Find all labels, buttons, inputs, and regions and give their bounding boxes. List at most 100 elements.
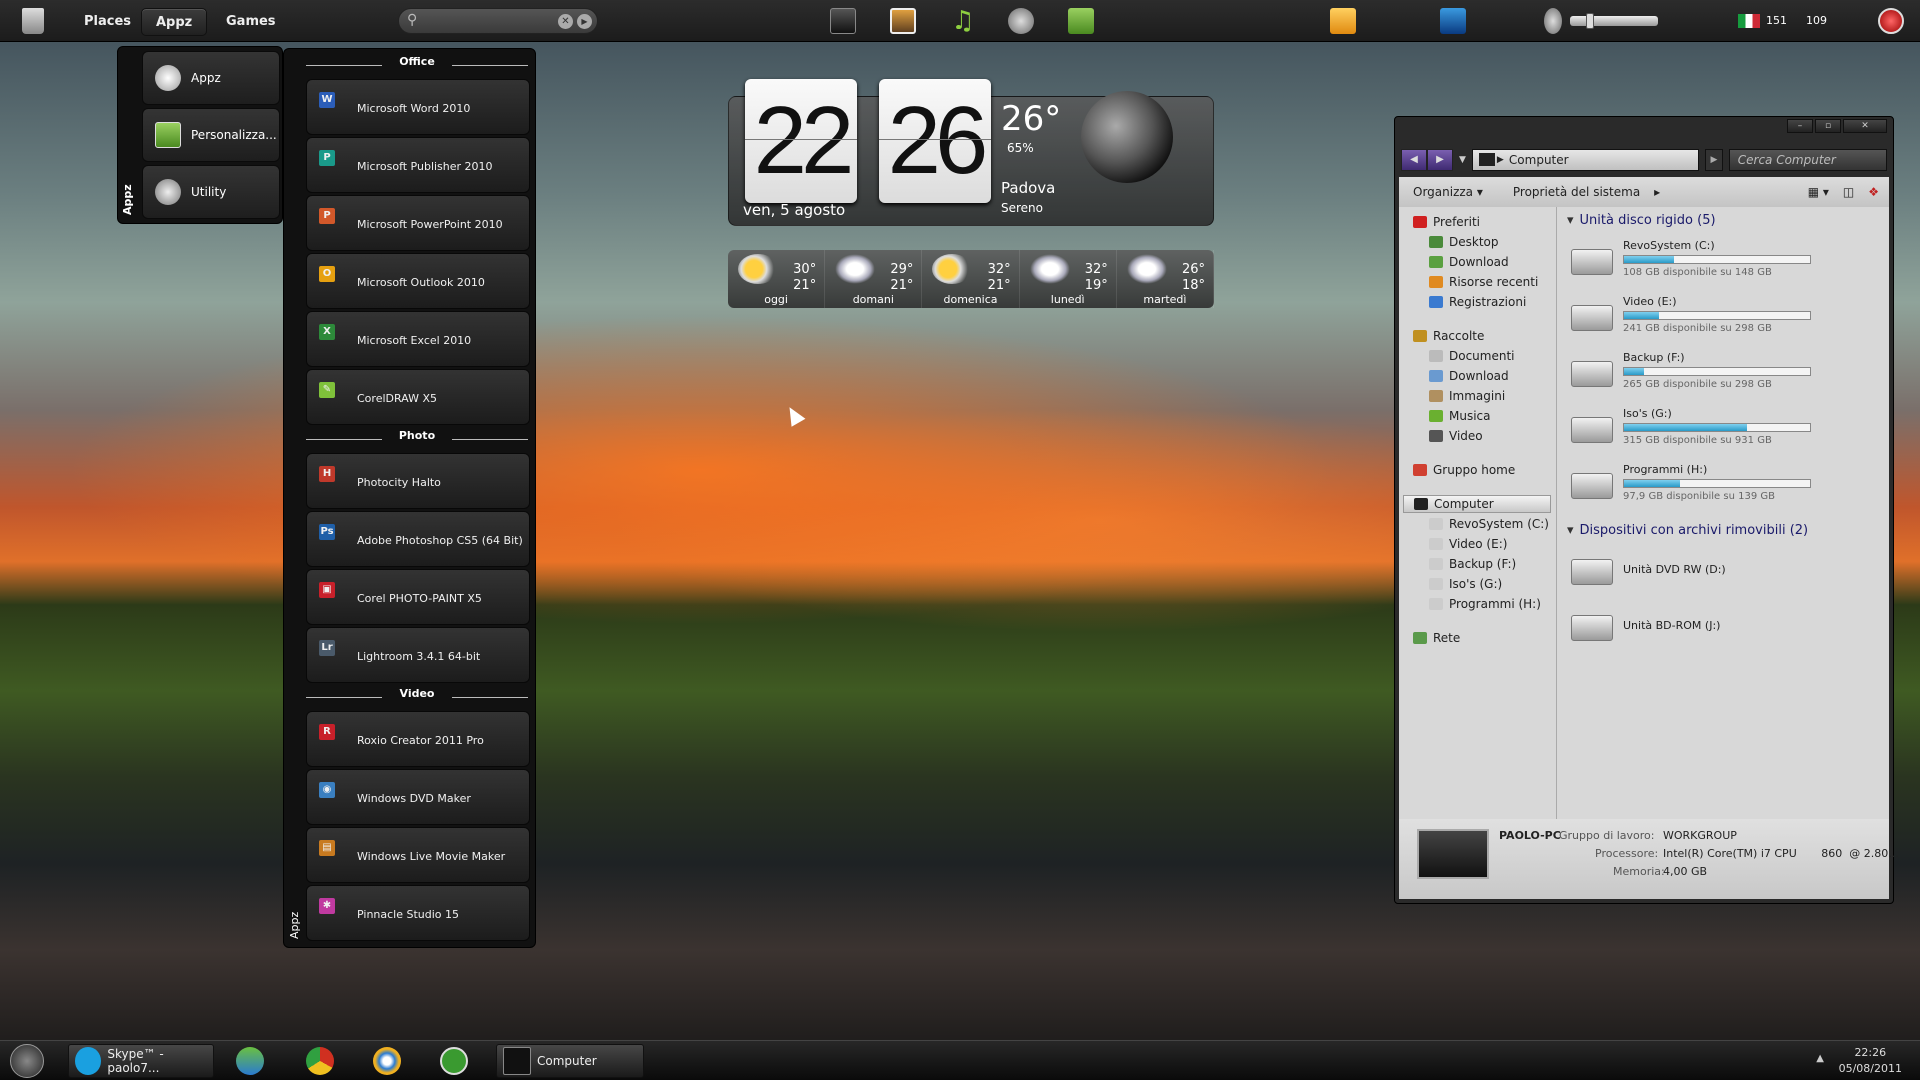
app-item[interactable]: H Photocity Halto [306,453,530,509]
category-personalizza[interactable]: Personalizza... [142,108,280,162]
forward-button[interactable]: ▶ [1427,149,1453,171]
nav-item[interactable]: Preferiti [1413,213,1480,231]
system-properties-button[interactable]: Proprietà del sistema [1513,185,1640,199]
view-options-icon[interactable]: ▦ ▾ [1808,185,1829,199]
windows-orb-icon[interactable] [10,1044,44,1078]
nav-item[interactable]: Raccolte [1413,327,1484,345]
app-label: Roxio Creator 2011 Pro [357,734,484,747]
taskbar-ie[interactable] [373,1044,407,1078]
volume-slider-thumb[interactable] [1586,13,1594,29]
nav-item[interactable]: Documenti [1429,347,1515,365]
weather-condition: Sereno [1001,201,1043,215]
close-button[interactable]: ✕ [1843,119,1887,133]
nav-item[interactable]: Musica [1429,407,1491,425]
help-icon[interactable]: ❖ [1868,185,1879,199]
drive-free-space: 97,9 GB disponibile su 139 GB [1623,491,1775,502]
preview-pane-icon[interactable]: ◫ [1843,185,1854,199]
nav-games[interactable]: Games [212,8,290,36]
explorer-window: – ▫ ✕ ◀ ▶ ▼ ▶ Computer ▶ Cerca Computer … [1394,116,1899,904]
nav-item[interactable]: Rete [1413,629,1460,647]
minimize-button[interactable]: – [1787,119,1813,133]
maximize-button[interactable]: ▫ [1815,119,1841,133]
drive-item[interactable]: Unità DVD RW (D:) [1571,547,1831,597]
nav-appz[interactable]: Appz [141,8,208,36]
nav-places[interactable]: Places [70,8,145,36]
nav-item[interactable]: Gruppo home [1413,461,1515,479]
nav-item[interactable]: Computer [1403,495,1551,513]
app-item[interactable]: P Microsoft PowerPoint 2010 [306,195,530,251]
recent-pages-dropdown[interactable]: ▼ [1459,155,1466,165]
address-bar[interactable]: ▶ Computer [1471,149,1700,171]
video-reel-icon[interactable] [1008,8,1034,34]
drive-usage-bar [1623,255,1811,264]
search-input[interactable] [429,9,549,33]
section-header-video: Video [306,687,528,707]
taskbar-utorrent[interactable] [440,1044,474,1078]
volume-slider[interactable] [1570,13,1658,29]
explorer-search-input[interactable]: Cerca Computer [1728,149,1887,171]
taskbar-messenger[interactable] [236,1044,270,1078]
clear-search-icon[interactable]: ✕ [558,14,573,29]
drive-item[interactable]: Programmi (H:) 97,9 GB disponibile su 139… [1571,461,1831,511]
app-item[interactable]: Lr Lightroom 3.4.1 64-bit [306,627,530,683]
app-item[interactable]: ✱ Pinnacle Studio 15 [306,885,530,941]
nav-item[interactable]: RevoSystem (C:) [1429,515,1549,533]
app-item[interactable]: R Roxio Creator 2011 Pro [306,711,530,767]
taskbar-skype[interactable]: Skype™ - paolo7... [68,1044,214,1078]
breadcrumb-computer[interactable]: Computer [1509,153,1569,167]
app-item[interactable]: W Microsoft Word 2010 [306,79,530,135]
nav-item[interactable]: Download [1429,367,1509,385]
taskbar-chrome[interactable] [306,1044,340,1078]
monitor-icon[interactable] [830,8,856,34]
app-item[interactable]: P Microsoft Publisher 2010 [306,137,530,193]
drive-usage-bar [1623,311,1811,320]
nav-item[interactable]: Programmi (H:) [1429,595,1541,613]
drive-item[interactable]: Backup (F:) 265 GB disponibile su 298 GB [1571,349,1831,399]
show-hidden-icons[interactable]: ▲ [1816,1053,1824,1064]
system-clock[interactable]: 22:26 05/08/2011 [1839,1045,1902,1077]
category-utility[interactable]: Utility [142,165,280,219]
nav-item[interactable]: Video (E:) [1429,535,1507,553]
app-item[interactable]: O Microsoft Outlook 2010 [306,253,530,309]
tray-time: 22:26 [1854,1046,1887,1059]
desktop-preview-icon[interactable] [1440,8,1466,34]
more-commands-button[interactable]: ▸ [1654,185,1660,199]
drive-free-space: 315 GB disponibile su 931 GB [1623,435,1772,446]
recycle-bin-icon[interactable] [22,8,44,34]
group-header[interactable]: Dispositivi con archivi rimovibili (2) [1567,523,1809,538]
app-item[interactable]: ▤ Windows Live Movie Maker [306,827,530,883]
download-folder-icon[interactable] [1068,8,1094,34]
drive-item[interactable]: Unità BD-ROM (J:) [1571,603,1831,653]
app-item[interactable]: ◉ Windows DVD Maker [306,769,530,825]
drive-item[interactable]: RevoSystem (C:) 108 GB disponibile su 148… [1571,237,1831,287]
nav-item[interactable]: Immagini [1429,387,1505,405]
music-note-icon[interactable]: ♫ [950,8,976,34]
nav-item-icon [1429,256,1443,268]
drive-item[interactable]: Video (E:) 241 GB disponibile su 298 GB [1571,293,1831,343]
power-button[interactable] [1878,8,1904,34]
refresh-button[interactable]: ▶ [1705,149,1723,171]
nav-item[interactable]: Download [1429,253,1509,271]
app-item[interactable]: ✎ CorelDRAW X5 [306,369,530,425]
nav-item[interactable]: Risorse recenti [1429,273,1538,291]
nav-item[interactable]: Backup (F:) [1429,555,1516,573]
nav-item[interactable]: Desktop [1429,233,1499,251]
taskbar-computer[interactable]: Computer [496,1044,644,1078]
nav-item[interactable]: Iso's (G:) [1429,575,1502,593]
go-search-icon[interactable]: ▶ [577,14,592,29]
outlook-icon[interactable] [1330,8,1356,34]
app-item[interactable]: ▣ Corel PHOTO-PAINT X5 [306,569,530,625]
nav-item[interactable]: Registrazioni [1429,293,1526,311]
app-item[interactable]: X Microsoft Excel 2010 [306,311,530,367]
category-appz[interactable]: Appz [142,51,280,105]
nav-item[interactable]: Video [1429,427,1483,445]
organize-menu[interactable]: Organizza ▾ [1413,185,1483,199]
back-button[interactable]: ◀ [1401,149,1427,171]
drives-content: Unità disco rigido (5) RevoSystem (C:) 108… [1557,207,1889,819]
drive-item[interactable]: Iso's (G:) 315 GB disponibile su 931 GB [1571,405,1831,455]
pictures-icon[interactable] [890,8,916,34]
app-item[interactable]: Ps Adobe Photoshop CS5 (64 Bit) [306,511,530,567]
group-header[interactable]: Unità disco rigido (5) [1567,213,1716,228]
volume-icon[interactable] [1544,8,1562,34]
forecast-high: 30° [793,262,817,277]
